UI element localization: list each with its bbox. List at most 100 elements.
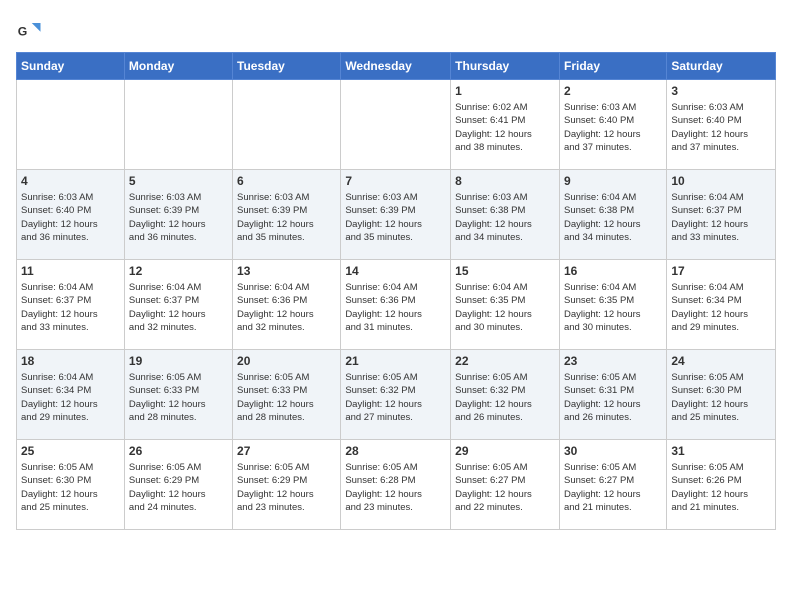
- day-info: Sunrise: 6:03 AM Sunset: 6:40 PM Dayligh…: [21, 191, 120, 244]
- calendar-cell: [17, 80, 125, 170]
- day-number: 30: [564, 444, 662, 458]
- day-number: 5: [129, 174, 228, 188]
- logo: G: [16, 16, 48, 44]
- day-info: Sunrise: 6:05 AM Sunset: 6:29 PM Dayligh…: [129, 461, 228, 514]
- calendar-week-row: 11 Sunrise: 6:04 AM Sunset: 6:37 PM Dayli…: [17, 260, 776, 350]
- logo-icon: G: [16, 16, 44, 44]
- calendar-cell: 8 Sunrise: 6:03 AM Sunset: 6:38 PM Daylig…: [451, 170, 560, 260]
- day-number: 11: [21, 264, 120, 278]
- calendar-cell: 31Sunrise: 6:05 AM Sunset: 6:26 PM Dayli…: [667, 440, 776, 530]
- day-number: 14: [345, 264, 446, 278]
- calendar-cell: 20 Sunrise: 6:05 AM Sunset: 6:33 PM Dayli…: [233, 350, 341, 440]
- calendar-cell: 29 Sunrise: 6:05 AM Sunset: 6:27 PM Dayli…: [451, 440, 560, 530]
- calendar-cell: 23Sunrise: 6:05 AM Sunset: 6:31 PM Dayli…: [559, 350, 666, 440]
- calendar-cell: 5 Sunrise: 6:03 AM Sunset: 6:39 PM Daylig…: [124, 170, 232, 260]
- day-header-tuesday: Tuesday: [233, 53, 341, 80]
- day-number: 1: [455, 84, 555, 98]
- calendar-week-row: 18 Sunrise: 6:04 AM Sunset: 6:34 PM Dayli…: [17, 350, 776, 440]
- day-number: 28: [345, 444, 446, 458]
- calendar-cell: 30 Sunrise: 6:05 AM Sunset: 6:27 PM Dayli…: [559, 440, 666, 530]
- day-info: Sunrise: 6:03 AM Sunset: 6:39 PM Dayligh…: [129, 191, 228, 244]
- calendar-cell: [341, 80, 451, 170]
- day-number: 9: [564, 174, 662, 188]
- calendar-header-row: SundayMondayTuesdayWednesdayThursdayFrid…: [17, 53, 776, 80]
- calendar-cell: 15Sunrise: 6:04 AM Sunset: 6:35 PM Dayli…: [451, 260, 560, 350]
- day-number: 2: [564, 84, 662, 98]
- day-info: Sunrise: 6:05 AM Sunset: 6:33 PM Dayligh…: [129, 371, 228, 424]
- day-info: Sunrise: 6:03 AM Sunset: 6:39 PM Dayligh…: [237, 191, 336, 244]
- day-info: Sunrise: 6:04 AM Sunset: 6:35 PM Dayligh…: [455, 281, 555, 334]
- day-number: 12: [129, 264, 228, 278]
- calendar-cell: [124, 80, 232, 170]
- day-info: Sunrise: 6:05 AM Sunset: 6:28 PM Dayligh…: [345, 461, 446, 514]
- day-info: Sunrise: 6:05 AM Sunset: 6:27 PM Dayligh…: [455, 461, 555, 514]
- day-number: 8: [455, 174, 555, 188]
- day-info: Sunrise: 6:05 AM Sunset: 6:31 PM Dayligh…: [564, 371, 662, 424]
- day-number: 22: [455, 354, 555, 368]
- day-info: Sunrise: 6:05 AM Sunset: 6:27 PM Dayligh…: [564, 461, 662, 514]
- calendar-cell: 16Sunrise: 6:04 AM Sunset: 6:35 PM Dayli…: [559, 260, 666, 350]
- calendar-week-row: 25 Sunrise: 6:05 AM Sunset: 6:30 PM Dayli…: [17, 440, 776, 530]
- day-info: Sunrise: 6:04 AM Sunset: 6:37 PM Dayligh…: [21, 281, 120, 334]
- calendar-cell: 6 Sunrise: 6:03 AM Sunset: 6:39 PM Daylig…: [233, 170, 341, 260]
- day-header-thursday: Thursday: [451, 53, 560, 80]
- calendar-cell: 18 Sunrise: 6:04 AM Sunset: 6:34 PM Dayli…: [17, 350, 125, 440]
- day-info: Sunrise: 6:05 AM Sunset: 6:30 PM Dayligh…: [21, 461, 120, 514]
- day-number: 18: [21, 354, 120, 368]
- day-info: Sunrise: 6:04 AM Sunset: 6:36 PM Dayligh…: [237, 281, 336, 334]
- calendar-cell: 9Sunrise: 6:04 AM Sunset: 6:38 PM Daylig…: [559, 170, 666, 260]
- day-info: Sunrise: 6:03 AM Sunset: 6:40 PM Dayligh…: [564, 101, 662, 154]
- day-number: 20: [237, 354, 336, 368]
- day-header-friday: Friday: [559, 53, 666, 80]
- day-info: Sunrise: 6:02 AM Sunset: 6:41 PM Dayligh…: [455, 101, 555, 154]
- day-number: 29: [455, 444, 555, 458]
- day-info: Sunrise: 6:04 AM Sunset: 6:37 PM Dayligh…: [129, 281, 228, 334]
- calendar-cell: 19Sunrise: 6:05 AM Sunset: 6:33 PM Dayli…: [124, 350, 232, 440]
- day-number: 6: [237, 174, 336, 188]
- calendar-cell: 21 Sunrise: 6:05 AM Sunset: 6:32 PM Dayli…: [341, 350, 451, 440]
- day-info: Sunrise: 6:04 AM Sunset: 6:37 PM Dayligh…: [671, 191, 771, 244]
- calendar-cell: 24 Sunrise: 6:05 AM Sunset: 6:30 PM Dayli…: [667, 350, 776, 440]
- day-number: 27: [237, 444, 336, 458]
- day-info: Sunrise: 6:03 AM Sunset: 6:38 PM Dayligh…: [455, 191, 555, 244]
- day-info: Sunrise: 6:03 AM Sunset: 6:39 PM Dayligh…: [345, 191, 446, 244]
- day-info: Sunrise: 6:05 AM Sunset: 6:32 PM Dayligh…: [345, 371, 446, 424]
- calendar-cell: [233, 80, 341, 170]
- day-info: Sunrise: 6:03 AM Sunset: 6:40 PM Dayligh…: [671, 101, 771, 154]
- calendar-cell: 28 Sunrise: 6:05 AM Sunset: 6:28 PM Dayli…: [341, 440, 451, 530]
- day-number: 10: [671, 174, 771, 188]
- day-info: Sunrise: 6:04 AM Sunset: 6:34 PM Dayligh…: [21, 371, 120, 424]
- day-info: Sunrise: 6:05 AM Sunset: 6:33 PM Dayligh…: [237, 371, 336, 424]
- day-number: 26: [129, 444, 228, 458]
- day-number: 17: [671, 264, 771, 278]
- day-header-sunday: Sunday: [17, 53, 125, 80]
- calendar-cell: 11 Sunrise: 6:04 AM Sunset: 6:37 PM Dayli…: [17, 260, 125, 350]
- day-number: 13: [237, 264, 336, 278]
- day-number: 7: [345, 174, 446, 188]
- day-number: 4: [21, 174, 120, 188]
- day-info: Sunrise: 6:05 AM Sunset: 6:32 PM Dayligh…: [455, 371, 555, 424]
- day-info: Sunrise: 6:05 AM Sunset: 6:29 PM Dayligh…: [237, 461, 336, 514]
- calendar-cell: 26 Sunrise: 6:05 AM Sunset: 6:29 PM Dayli…: [124, 440, 232, 530]
- calendar-cell: 2 Sunrise: 6:03 AM Sunset: 6:40 PM Daylig…: [559, 80, 666, 170]
- day-info: Sunrise: 6:04 AM Sunset: 6:35 PM Dayligh…: [564, 281, 662, 334]
- day-number: 25: [21, 444, 120, 458]
- calendar-cell: 7 Sunrise: 6:03 AM Sunset: 6:39 PM Daylig…: [341, 170, 451, 260]
- day-header-monday: Monday: [124, 53, 232, 80]
- calendar-cell: 22 Sunrise: 6:05 AM Sunset: 6:32 PM Dayli…: [451, 350, 560, 440]
- calendar-week-row: 4 Sunrise: 6:03 AM Sunset: 6:40 PM Daylig…: [17, 170, 776, 260]
- calendar: SundayMondayTuesdayWednesdayThursdayFrid…: [16, 52, 776, 530]
- day-info: Sunrise: 6:05 AM Sunset: 6:30 PM Dayligh…: [671, 371, 771, 424]
- day-info: Sunrise: 6:04 AM Sunset: 6:36 PM Dayligh…: [345, 281, 446, 334]
- day-header-wednesday: Wednesday: [341, 53, 451, 80]
- day-number: 24: [671, 354, 771, 368]
- calendar-cell: 25 Sunrise: 6:05 AM Sunset: 6:30 PM Dayli…: [17, 440, 125, 530]
- day-info: Sunrise: 6:04 AM Sunset: 6:34 PM Dayligh…: [671, 281, 771, 334]
- calendar-cell: 14 Sunrise: 6:04 AM Sunset: 6:36 PM Dayli…: [341, 260, 451, 350]
- calendar-cell: 17 Sunrise: 6:04 AM Sunset: 6:34 PM Dayli…: [667, 260, 776, 350]
- calendar-cell: 10 Sunrise: 6:04 AM Sunset: 6:37 PM Dayli…: [667, 170, 776, 260]
- day-number: 31: [671, 444, 771, 458]
- day-number: 21: [345, 354, 446, 368]
- calendar-cell: 13 Sunrise: 6:04 AM Sunset: 6:36 PM Dayli…: [233, 260, 341, 350]
- calendar-week-row: 1 Sunrise: 6:02 AM Sunset: 6:41 PM Daylig…: [17, 80, 776, 170]
